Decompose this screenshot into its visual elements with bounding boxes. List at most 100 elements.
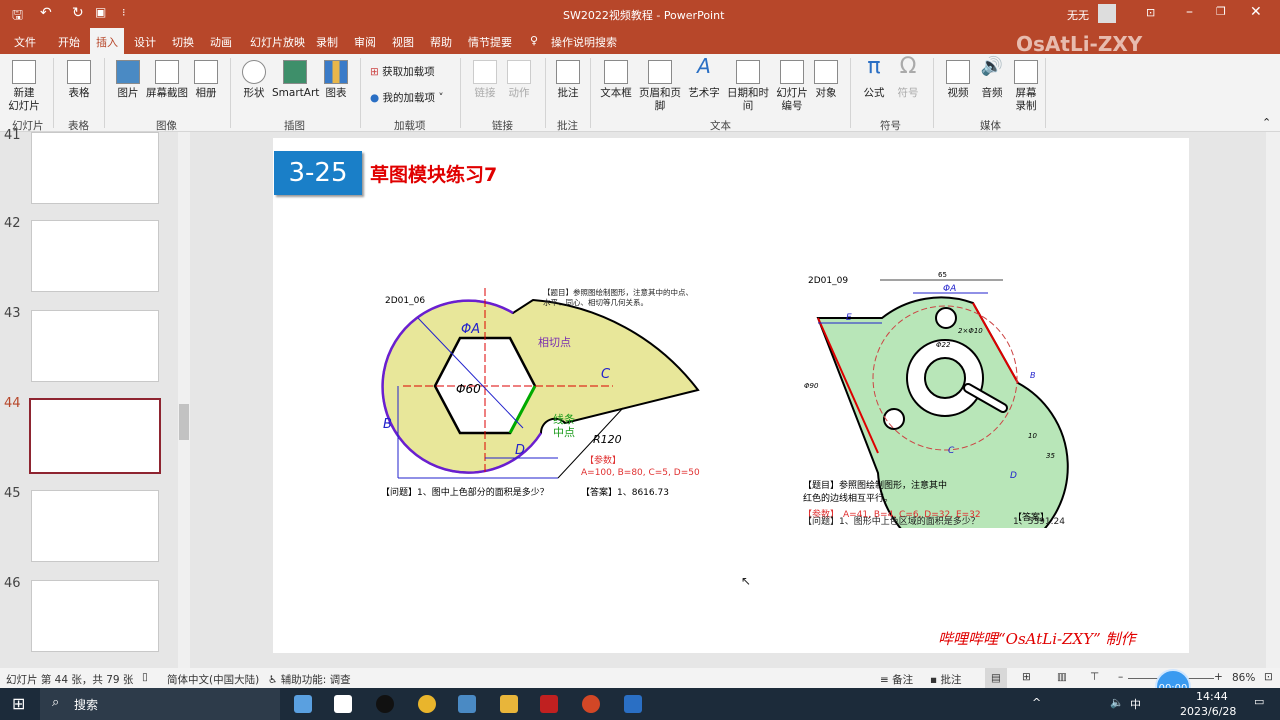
- clock-date[interactable]: 2023/6/28: [1180, 705, 1236, 718]
- tab-record[interactable]: 录制: [316, 34, 338, 50]
- tab-design[interactable]: 设计: [134, 34, 156, 50]
- calculator-icon[interactable]: [458, 695, 476, 713]
- taskbar-search[interactable]: ⌕ 搜索: [40, 688, 280, 720]
- comments-button[interactable]: ▪ 批注: [930, 672, 961, 687]
- wordart-button[interactable]: A 艺术字: [686, 56, 722, 100]
- textbox-button[interactable]: 文本框: [598, 60, 634, 100]
- slide-scrollbar[interactable]: [1266, 132, 1280, 668]
- my-addins-button[interactable]: ● 我的加载项 ˅: [370, 92, 444, 105]
- symbol-button[interactable]: Ω 符号: [894, 56, 922, 100]
- slide-sorter-button[interactable]: ⊞: [1022, 671, 1031, 683]
- dim-d-label: D: [515, 443, 525, 458]
- close-icon[interactable]: ✕: [1250, 4, 1262, 20]
- accessibility-button[interactable]: ♿ 辅助功能: 调查: [268, 672, 351, 687]
- tell-me-search[interactable]: 操作说明搜索: [551, 34, 617, 50]
- app-icon[interactable]: [334, 695, 352, 713]
- prompt-left: 【题目】参照图绘制图形，注意其中的中点、水平、同心、相切等几何关系。: [543, 288, 693, 307]
- chart-button[interactable]: 图表: [322, 60, 350, 100]
- tab-file[interactable]: 文件: [14, 34, 36, 50]
- tab-help[interactable]: 帮助: [430, 34, 452, 50]
- tab-storyboard[interactable]: 情节提要: [468, 34, 512, 50]
- datetime-button[interactable]: 日期和时间: [722, 60, 774, 113]
- minimize-icon[interactable]: –: [1186, 4, 1193, 20]
- new-slide-button[interactable]: 新建 幻灯片: [6, 60, 42, 113]
- dim-10-label: 10: [1028, 432, 1037, 440]
- ribbon-display-icon[interactable]: ⊡: [1146, 6, 1155, 19]
- zoom-level[interactable]: 86%: [1232, 672, 1255, 684]
- dim-c-label: C: [601, 367, 611, 382]
- tab-home[interactable]: 开始: [58, 34, 80, 50]
- slide-thumbnail-43[interactable]: [31, 310, 159, 382]
- tab-review[interactable]: 审阅: [354, 34, 376, 50]
- slide-thumbnails-panel: 41 42 43 44 45 46: [0, 128, 192, 668]
- screenshot-button[interactable]: 屏幕截图: [145, 60, 189, 100]
- ime-indicator[interactable]: 中: [1130, 696, 1141, 712]
- present-icon[interactable]: ▣: [95, 5, 106, 19]
- slide-canvas[interactable]: 3-25 草图模块练习7 2D01_06 ΦA Φ60 相切点 线条 中点 B …: [273, 138, 1189, 653]
- notifications-icon[interactable]: ▭: [1254, 695, 1264, 708]
- slide-thumbnail-45[interactable]: [31, 490, 159, 562]
- language[interactable]: 简体中文(中国大陆): [167, 672, 259, 687]
- normal-view-button[interactable]: ▤: [985, 668, 1007, 688]
- object-button[interactable]: 对象: [812, 60, 840, 100]
- customize-qat-icon[interactable]: ⁝: [122, 6, 126, 19]
- windows-start-icon[interactable]: ⊞: [12, 694, 25, 713]
- slideshow-button[interactable]: ⊤: [1090, 671, 1099, 683]
- picture-button[interactable]: 图片: [114, 60, 142, 100]
- qq-icon[interactable]: [376, 695, 394, 713]
- audio-button[interactable]: 🔊 音频: [978, 58, 1006, 100]
- action-button[interactable]: 动作: [506, 60, 532, 100]
- header-footer-button[interactable]: 页眉和页脚: [634, 60, 686, 113]
- tab-animations[interactable]: 动画: [210, 34, 232, 50]
- slide-thumbnail-41[interactable]: [31, 132, 159, 204]
- file-explorer-icon[interactable]: [500, 695, 518, 713]
- notes-button[interactable]: ≡ 备注: [880, 672, 913, 687]
- undo-icon[interactable]: ↶: [40, 5, 52, 21]
- fit-slide-icon[interactable]: ⊡: [1264, 671, 1273, 683]
- comments-label: 批注: [940, 674, 962, 686]
- comment-button[interactable]: 批注: [554, 60, 582, 100]
- smartart-button[interactable]: SmartArt: [272, 60, 319, 100]
- slide-thumbnail-42[interactable]: [31, 220, 159, 292]
- user-name[interactable]: 无无: [1067, 7, 1089, 23]
- save-icon[interactable]: 🖫: [12, 6, 23, 28]
- camera-icon: [155, 60, 179, 84]
- table-button[interactable]: 表格: [64, 60, 94, 100]
- slide-number-button[interactable]: 幻灯片编号: [774, 60, 810, 113]
- smartart-icon: [283, 60, 307, 84]
- solidworks-icon[interactable]: [540, 695, 558, 713]
- tab-insert[interactable]: 插入: [90, 28, 124, 54]
- tray-expand-icon[interactable]: ^: [1032, 696, 1041, 709]
- slide-title: 草图模块练习7: [370, 164, 498, 186]
- spellcheck-icon[interactable]: ▯: [142, 671, 148, 683]
- volume-icon[interactable]: 🔈: [1110, 696, 1124, 709]
- video-button[interactable]: 视频: [944, 60, 972, 100]
- slide-thumbnail-44[interactable]: [29, 398, 161, 474]
- redo-icon[interactable]: ↻: [72, 5, 84, 21]
- get-addins-button[interactable]: ⊞ 获取加载项: [370, 66, 435, 79]
- taskbar: ⊞ ⌕ 搜索 ^ 🔈 中 14:44 2023/6/28 ▭: [0, 688, 1280, 720]
- powerpoint-icon[interactable]: [582, 695, 600, 713]
- photos-icon[interactable]: [624, 695, 642, 713]
- shapes-button[interactable]: 形状: [240, 60, 268, 100]
- tab-transitions[interactable]: 切换: [172, 34, 194, 50]
- tab-view[interactable]: 视图: [392, 34, 414, 50]
- link-button[interactable]: 链接: [472, 60, 498, 100]
- clock-time[interactable]: 14:44: [1196, 690, 1228, 703]
- equation-button[interactable]: π 公式: [860, 56, 888, 100]
- dim-65-label: 65: [938, 271, 947, 279]
- restore-icon[interactable]: ❐: [1216, 5, 1226, 18]
- zoom-out-button[interactable]: –: [1118, 671, 1123, 683]
- screen-record-button[interactable]: 屏幕录制: [1012, 60, 1040, 113]
- avatar[interactable]: [1098, 4, 1116, 23]
- chrome-icon[interactable]: [418, 695, 436, 713]
- tab-slideshow[interactable]: 幻灯片放映: [250, 34, 305, 50]
- slide-thumbnail-46[interactable]: [31, 580, 159, 652]
- task-view-icon[interactable]: [294, 695, 312, 713]
- mouse-cursor-icon: ↖: [741, 574, 752, 588]
- reading-view-button[interactable]: ▥: [1057, 671, 1067, 683]
- zoom-in-button[interactable]: +: [1214, 671, 1223, 683]
- thumbnail-scrollbar[interactable]: [178, 132, 190, 668]
- collapse-ribbon-icon[interactable]: ⌃: [1262, 116, 1271, 129]
- album-button[interactable]: 相册: [192, 60, 220, 100]
